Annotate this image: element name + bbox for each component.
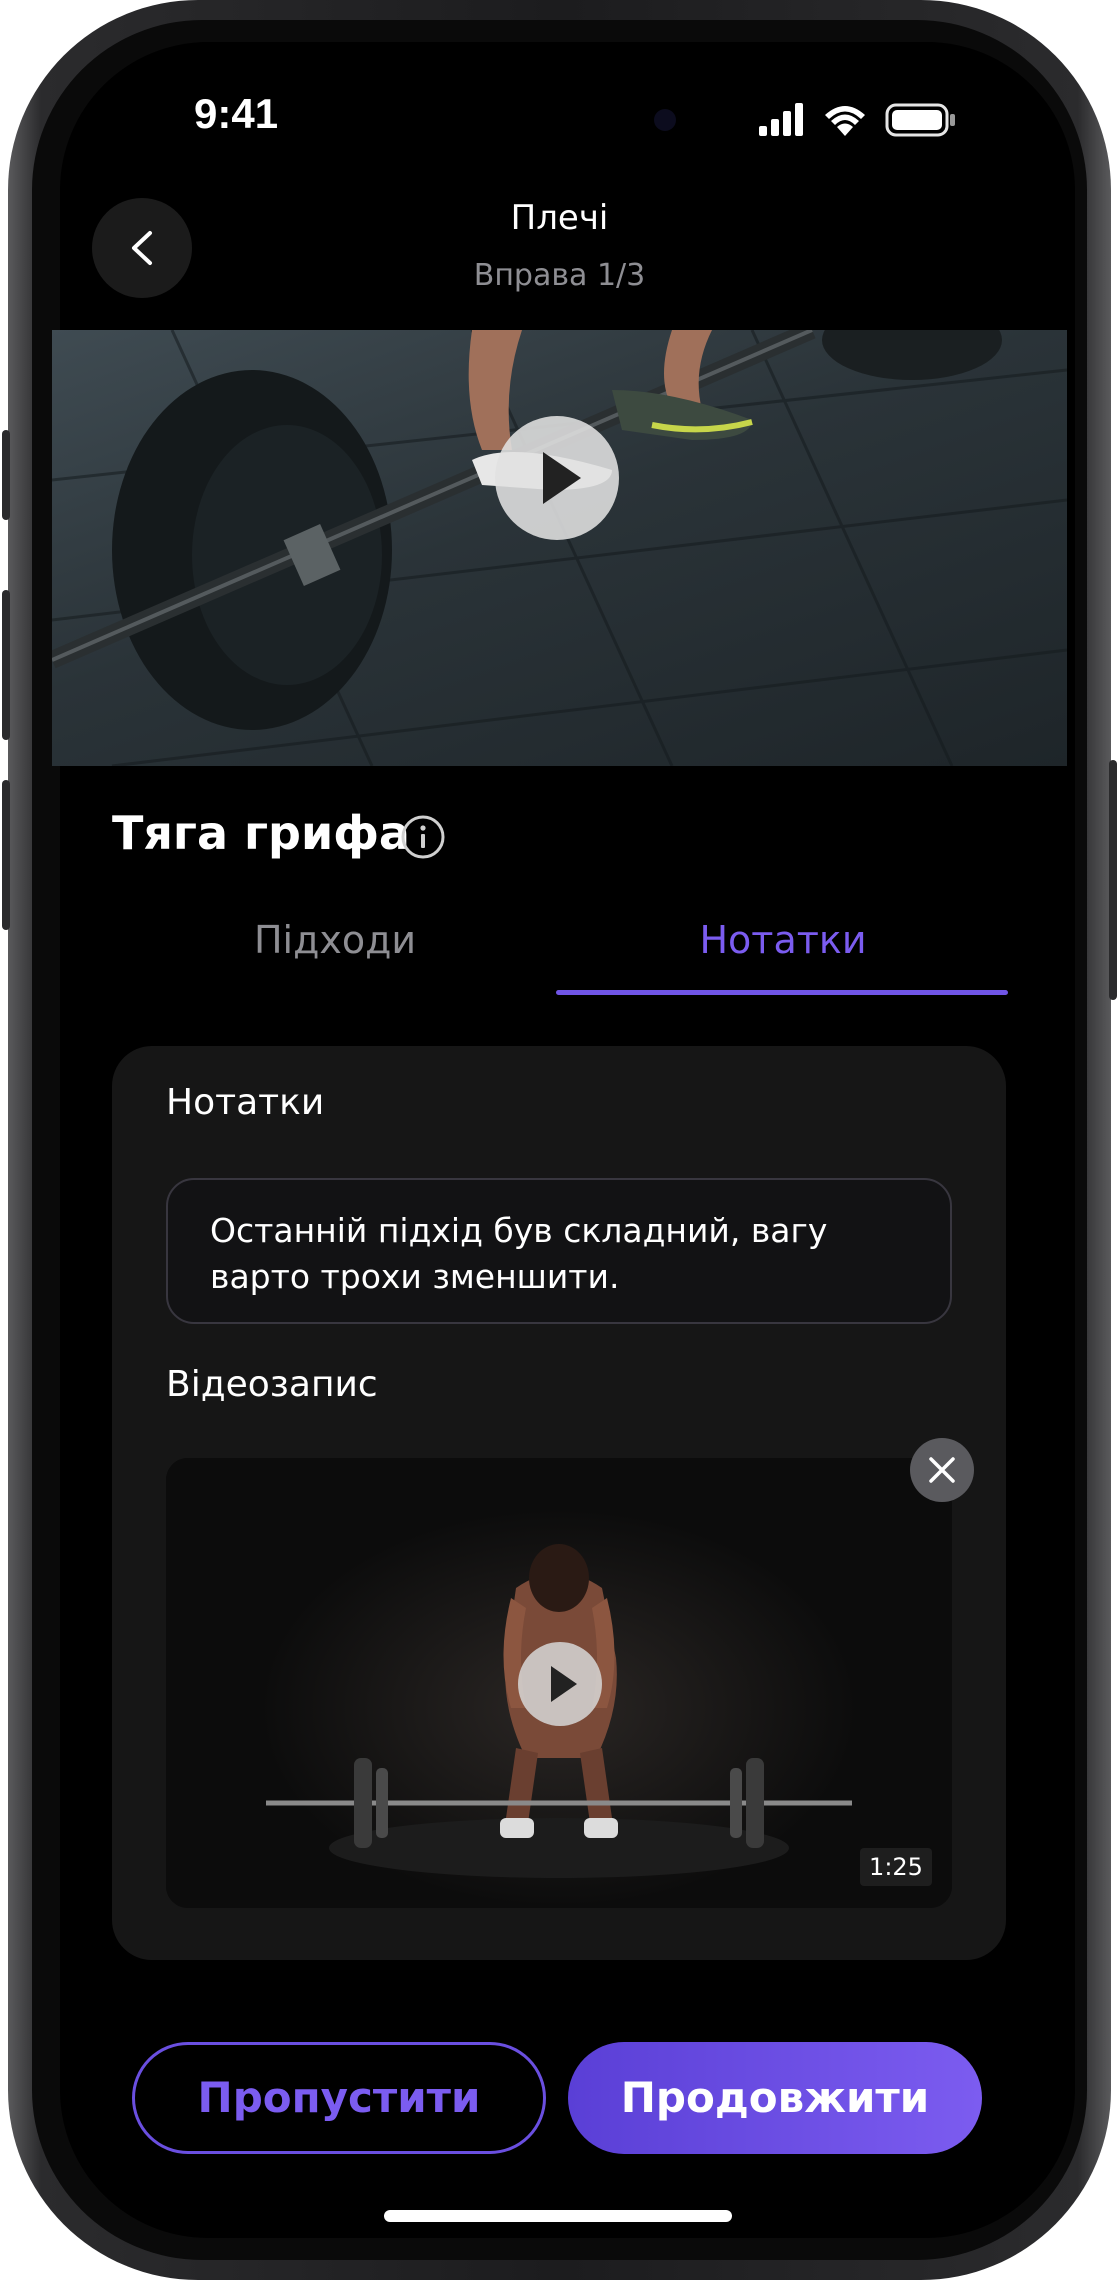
notes-label: Нотатки bbox=[166, 1082, 325, 1123]
exercise-counter: Вправа 1/3 bbox=[473, 258, 646, 293]
play-icon bbox=[543, 452, 581, 504]
video-play-button[interactable] bbox=[518, 1642, 602, 1726]
play-button[interactable] bbox=[495, 416, 619, 540]
exercise-title: Тяга грифа bbox=[112, 806, 410, 860]
notes-text: Останній підхід був складний, вагу варто… bbox=[210, 1211, 828, 1296]
video-duration: 1:25 bbox=[860, 1848, 932, 1886]
screen-title: Плечі bbox=[510, 198, 609, 238]
cellular-signal-icon bbox=[759, 103, 803, 136]
battery-icon bbox=[885, 103, 955, 137]
notes-field[interactable]: Останній підхід був складний, вагу варто… bbox=[166, 1178, 952, 1324]
home-indicator[interactable] bbox=[384, 2210, 732, 2222]
wifi-icon bbox=[825, 106, 865, 136]
power-button bbox=[1109, 760, 1117, 1000]
close-icon bbox=[929, 1457, 955, 1483]
volume-up-button bbox=[2, 590, 10, 740]
active-tab-indicator bbox=[556, 990, 1008, 995]
barbell-illustration bbox=[52, 330, 1067, 766]
continue-button[interactable]: Продовжити bbox=[568, 2042, 982, 2154]
info-icon[interactable] bbox=[400, 814, 446, 860]
status-time: 9:41 bbox=[194, 90, 279, 137]
status-icons bbox=[759, 100, 959, 140]
action-button bbox=[2, 430, 10, 520]
play-icon bbox=[551, 1666, 577, 1702]
tab-sets[interactable]: Підходи bbox=[170, 918, 500, 962]
remove-video-button[interactable] bbox=[910, 1438, 974, 1502]
volume-down-button bbox=[2, 780, 10, 930]
tab-notes[interactable]: Нотатки bbox=[560, 918, 1006, 962]
exercise-preview-image[interactable] bbox=[52, 330, 1067, 766]
dynamic-island bbox=[398, 74, 716, 166]
front-camera bbox=[654, 109, 676, 131]
skip-button[interactable]: Пропустити bbox=[132, 2042, 546, 2154]
video-label: Відеозапис bbox=[166, 1364, 378, 1405]
